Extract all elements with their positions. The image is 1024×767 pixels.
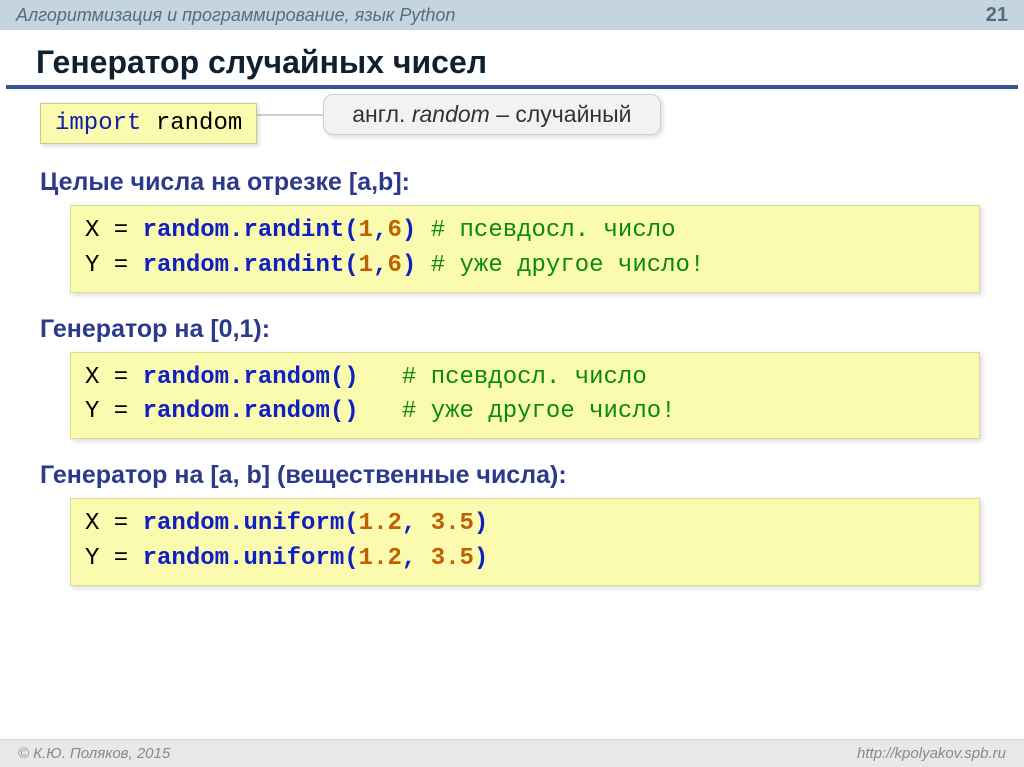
module-random: random: [156, 110, 242, 137]
code-line: Y = random.randint(1,6) # уже другое чис…: [85, 249, 965, 284]
code-number: 3.5: [431, 545, 474, 572]
callout-connector: [255, 114, 325, 116]
code-block: X = random.uniform(1.2, 3.5)Y = random.u…: [70, 498, 980, 586]
code-function-call: random.random: [143, 398, 330, 425]
code-line: X = random.uniform(1.2, 3.5): [85, 507, 965, 542]
header-bar: Алгоритмизация и программирование, язык …: [0, 0, 1024, 30]
paren-close: ): [344, 398, 358, 425]
code-block: X = random.randint(1,6) # псевдосл. числ…: [70, 205, 980, 293]
paren-open: (: [344, 510, 358, 537]
comma: ,: [373, 252, 387, 279]
paren-open: (: [344, 217, 358, 244]
code-number: 1.2: [359, 510, 402, 537]
section-heading: Генератор на [0,1):: [40, 315, 984, 344]
footer-bar: © К.Ю. Поляков, 2015 http://kpolyakov.sp…: [0, 739, 1024, 767]
paren-open: (: [344, 252, 358, 279]
code-function-call: random.random: [143, 364, 330, 391]
footer-url: http://kpolyakov.spb.ru: [857, 745, 1006, 762]
import-row: import random англ. random – случайный: [40, 103, 984, 144]
content-area: import random англ. random – случайный Ц…: [0, 103, 1024, 586]
code-comment: # псевдосл. число: [402, 364, 647, 391]
comma: ,: [402, 510, 431, 537]
callout-suffix: – случайный: [490, 101, 632, 127]
import-code: import random: [40, 103, 257, 144]
code-function-call: random.uniform: [143, 545, 345, 572]
callout-bubble: англ. random – случайный: [323, 94, 660, 135]
equals-sign: =: [99, 510, 142, 537]
code-line: Y = random.random() # уже другое число!: [85, 395, 965, 430]
code-variable: X: [85, 364, 99, 391]
code-number: 1.2: [359, 545, 402, 572]
paren-open: (: [330, 364, 344, 391]
code-function-call: random.randint: [143, 252, 345, 279]
padding: [359, 398, 402, 425]
code-comment: # псевдосл. число: [431, 217, 676, 244]
keyword-import: import: [55, 110, 141, 137]
equals-sign: =: [99, 252, 142, 279]
code-function-call: random.randint: [143, 217, 345, 244]
paren-open: (: [330, 398, 344, 425]
code-variable: Y: [85, 252, 99, 279]
paren-open: (: [344, 545, 358, 572]
paren-close: ): [402, 252, 416, 279]
course-title: Алгоритмизация и программирование, язык …: [16, 5, 455, 26]
code-line: X = random.randint(1,6) # псевдосл. числ…: [85, 214, 965, 249]
equals-sign: =: [99, 364, 142, 391]
callout-prefix: англ.: [352, 101, 412, 127]
callout-word: random: [412, 101, 490, 127]
code-line: X = random.random() # псевдосл. число: [85, 361, 965, 396]
code-comment: # уже другое число!: [402, 398, 676, 425]
padding: [416, 217, 430, 244]
paren-close: ): [402, 217, 416, 244]
code-variable: Y: [85, 398, 99, 425]
code-variable: X: [85, 510, 99, 537]
section-heading: Генератор на [a, b] (вещественные числа)…: [40, 461, 984, 490]
code-variable: Y: [85, 545, 99, 572]
equals-sign: =: [99, 545, 142, 572]
sections: Целые числа на отрезке [a,b]: X = random.…: [40, 168, 984, 586]
code-block: X = random.random() # псевдосл. числоY =…: [70, 352, 980, 440]
code-number: 6: [387, 252, 401, 279]
code-line: Y = random.uniform(1.2, 3.5): [85, 542, 965, 577]
paren-close: ): [344, 364, 358, 391]
code-number: 6: [387, 217, 401, 244]
code-comment: # уже другое число!: [431, 252, 705, 279]
footer-copyright: © К.Ю. Поляков, 2015: [18, 745, 170, 762]
paren-close: ): [474, 510, 488, 537]
code-number: 1: [359, 252, 373, 279]
equals-sign: =: [99, 217, 142, 244]
comma: ,: [402, 545, 431, 572]
slide-title: Генератор случайных чисел: [6, 30, 1018, 89]
page-number: 21: [986, 4, 1008, 27]
comma: ,: [373, 217, 387, 244]
padding: [359, 364, 402, 391]
paren-close: ): [474, 545, 488, 572]
equals-sign: =: [99, 398, 142, 425]
code-number: 1: [359, 217, 373, 244]
code-variable: X: [85, 217, 99, 244]
section-heading: Целые числа на отрезке [a,b]:: [40, 168, 984, 197]
padding: [416, 252, 430, 279]
code-number: 3.5: [431, 510, 474, 537]
code-function-call: random.uniform: [143, 510, 345, 537]
